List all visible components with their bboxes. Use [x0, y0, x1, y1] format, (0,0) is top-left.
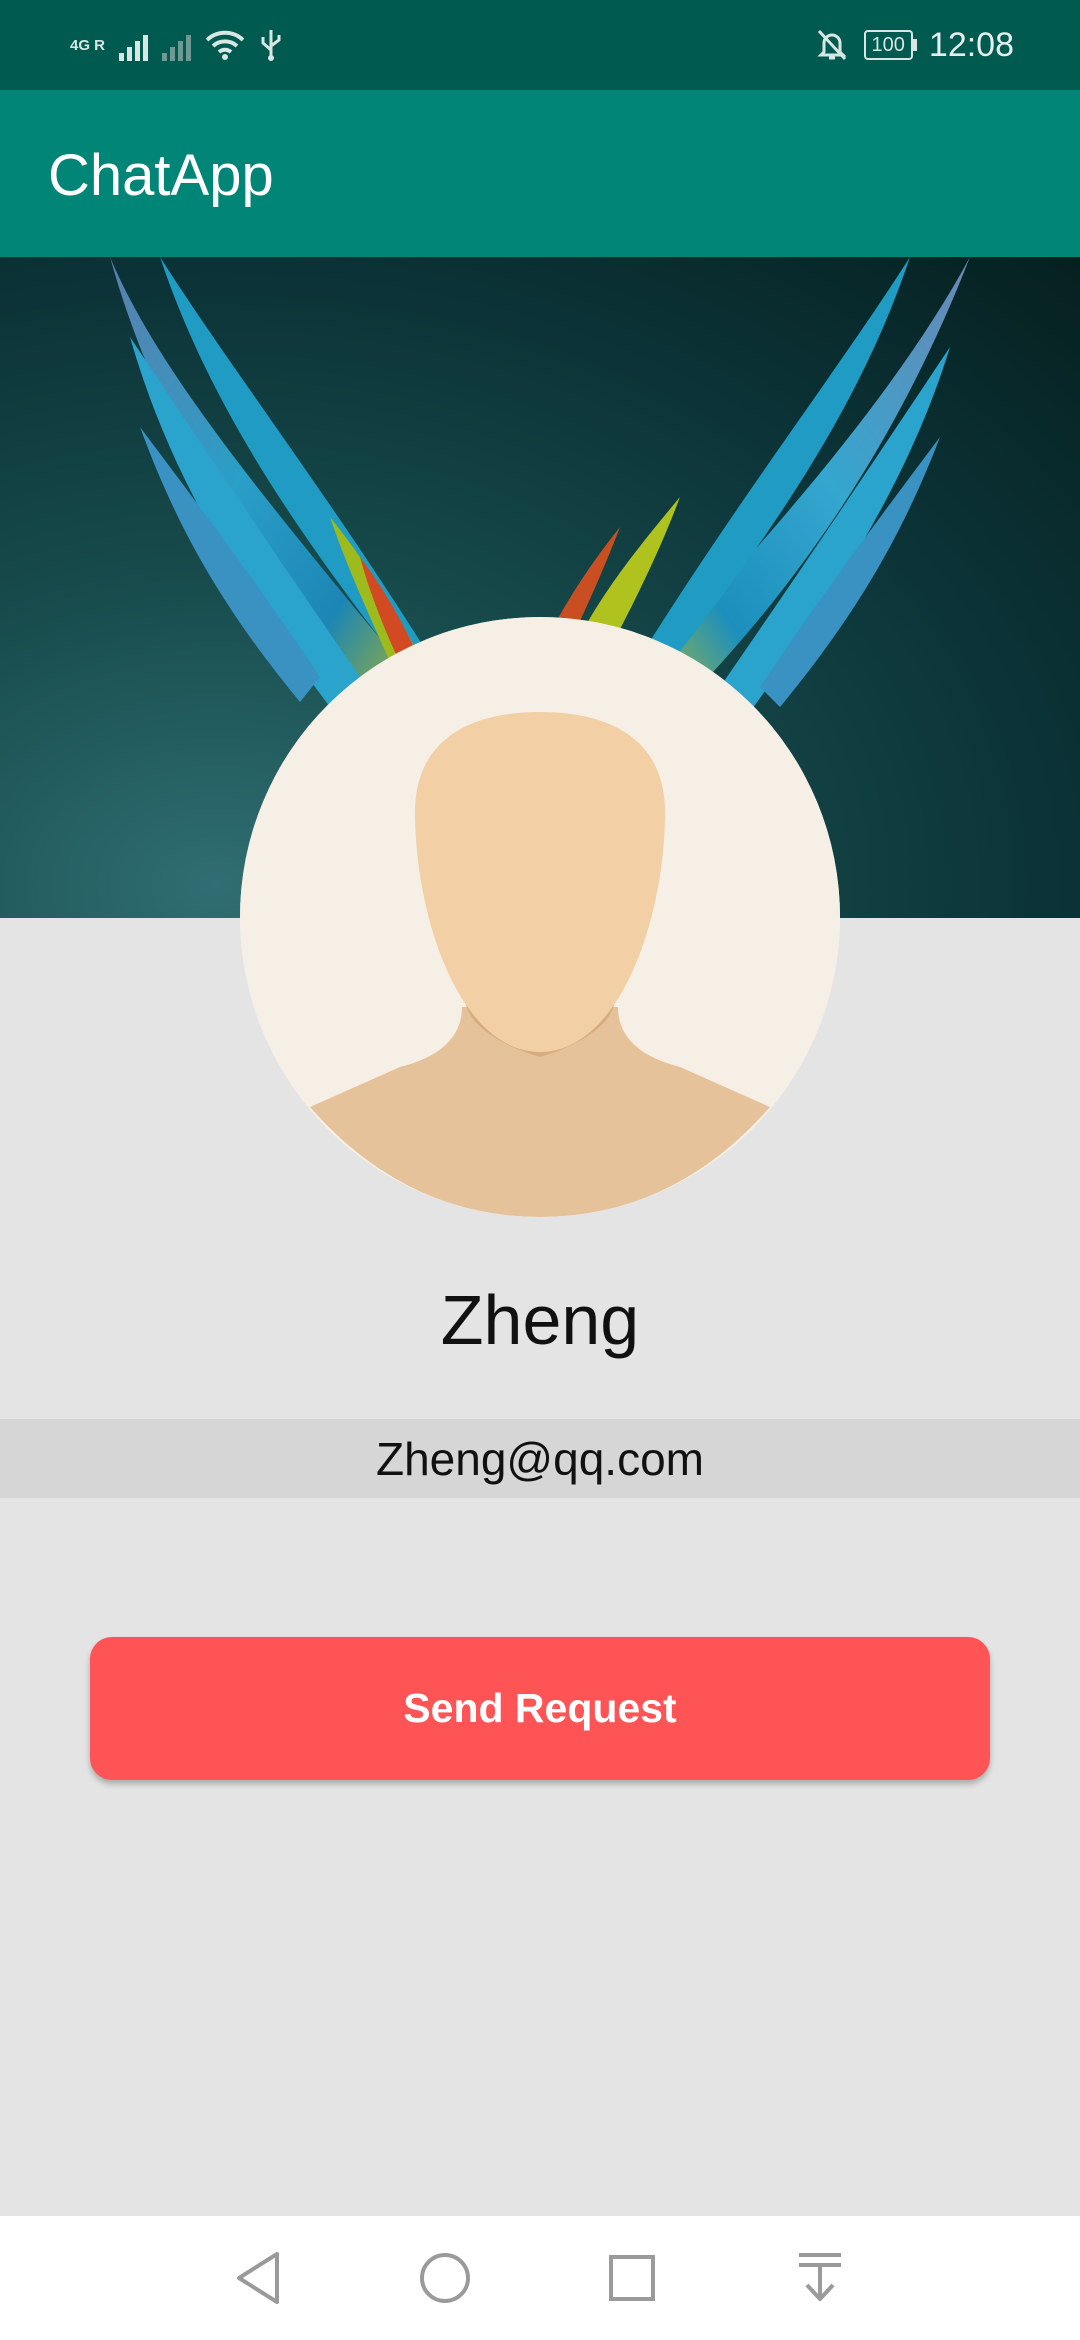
- back-button[interactable]: [218, 2238, 298, 2318]
- profile-name: Zheng: [440, 1281, 640, 1359]
- network-type: 4G R: [70, 36, 106, 54]
- profile-avatar: [240, 617, 840, 1217]
- notification-pull-button[interactable]: [780, 2238, 860, 2318]
- recents-button[interactable]: [592, 2238, 672, 2318]
- signal-icon: [119, 29, 149, 61]
- back-icon: [237, 2252, 279, 2304]
- status-left: 4G R: [70, 22, 283, 68]
- email-row: Zheng@qq.com: [0, 1419, 1080, 1498]
- default-person-icon: [240, 617, 840, 1217]
- app-bar: ChatApp: [0, 90, 1080, 257]
- send-request-button[interactable]: Send Request: [90, 1637, 990, 1780]
- mute-bell-icon: [816, 29, 847, 61]
- home-icon: [420, 2253, 470, 2303]
- status-time: 12:08: [928, 25, 1014, 64]
- notification-pull-icon: [799, 2253, 841, 2301]
- recents-icon: [609, 2255, 655, 2301]
- home-button[interactable]: [405, 2238, 485, 2318]
- wifi-icon: [205, 30, 245, 60]
- battery-icon: 100: [863, 30, 918, 60]
- status-bar: 4G R 100 12:08: [0, 0, 1080, 90]
- app-title: ChatApp: [48, 143, 274, 208]
- profile-email: Zheng@qq.com: [376, 1432, 704, 1485]
- usb-icon: [261, 30, 281, 61]
- no-signal-icon: [162, 29, 192, 61]
- left-wing: [110, 257, 430, 717]
- system-nav-bar: [0, 2216, 1080, 2340]
- status-right: 100 12:08: [816, 22, 1014, 68]
